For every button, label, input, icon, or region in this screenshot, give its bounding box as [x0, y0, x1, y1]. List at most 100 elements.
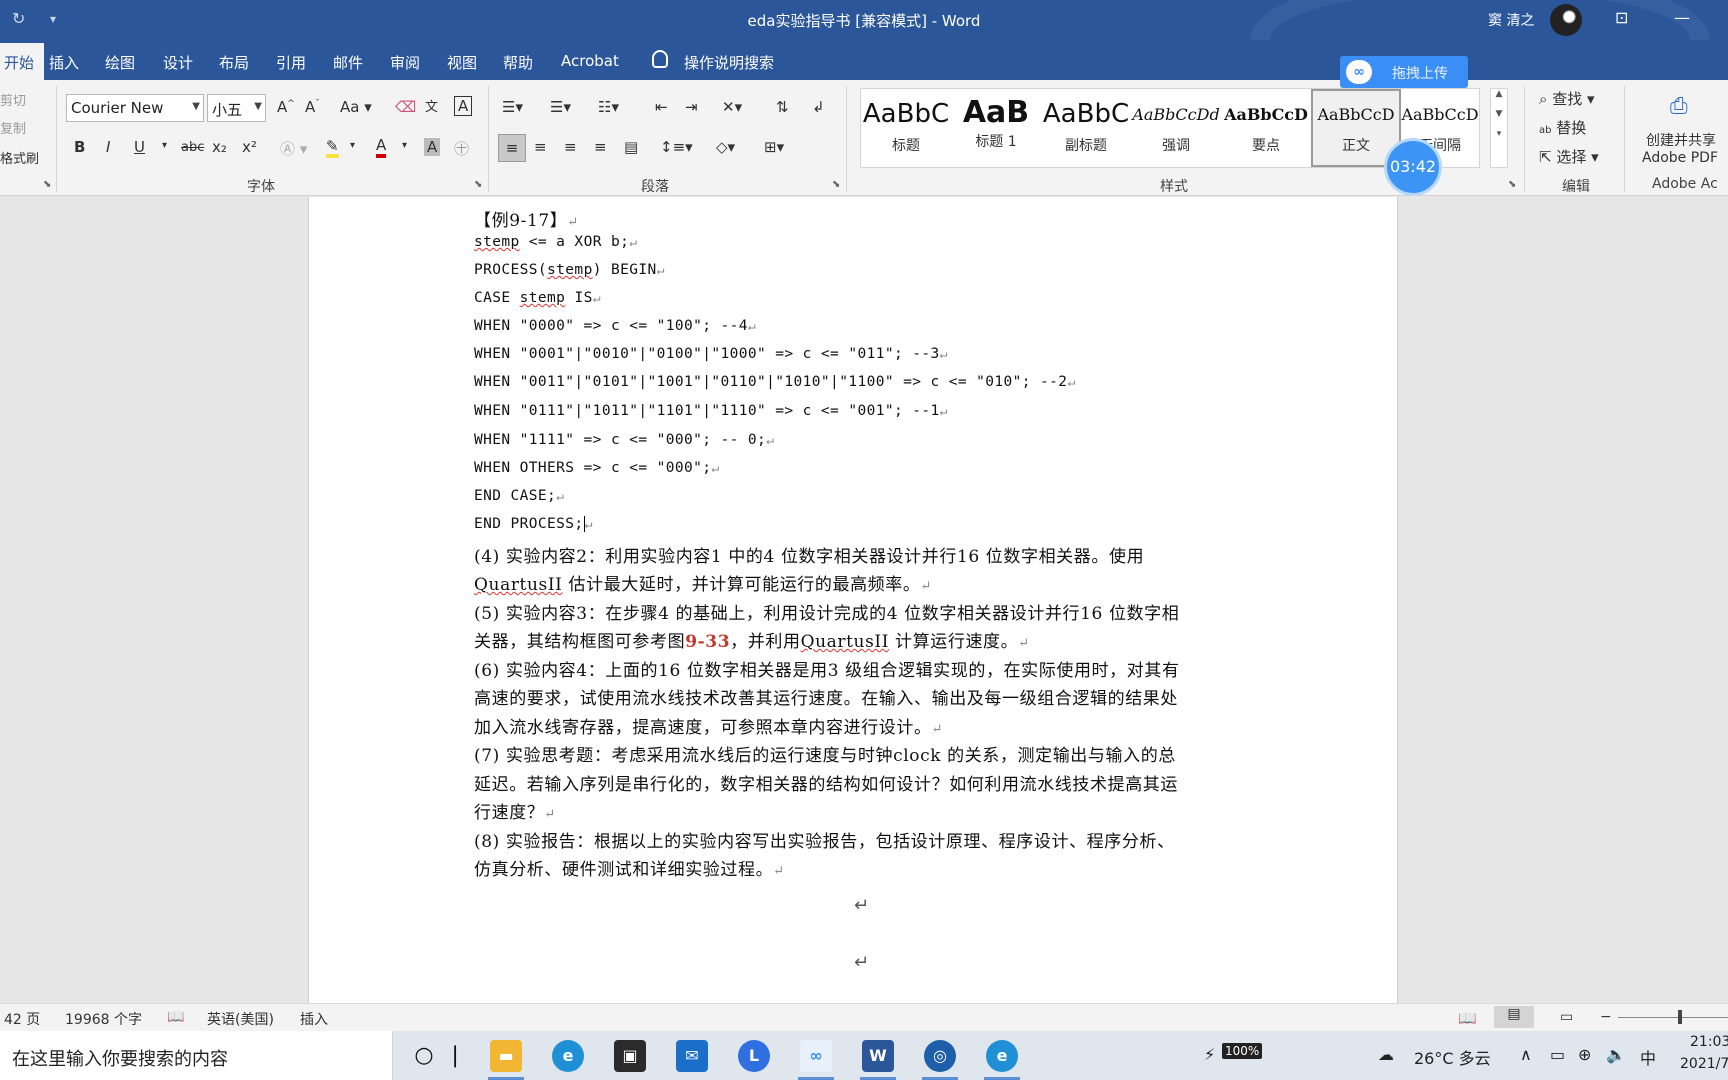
battery-indicator[interactable]: 100%: [1222, 1043, 1263, 1059]
insert-mode[interactable]: 插入: [300, 1009, 328, 1029]
character-border-icon[interactable]: A: [454, 96, 473, 116]
mail-icon[interactable]: ✉: [676, 1040, 708, 1072]
ime-indicator[interactable]: 中: [1640, 1045, 1656, 1069]
zoom-slider[interactable]: [1618, 1017, 1728, 1018]
justify-button[interactable]: ≡: [594, 138, 607, 156]
clear-formatting-icon[interactable]: ⌫: [395, 98, 416, 116]
chevron-down-icon[interactable]: ▾: [402, 140, 407, 151]
create-pdf-icon[interactable]: ⎙: [1670, 94, 1688, 119]
style-strong[interactable]: AaBbCcD 要点: [1221, 89, 1311, 167]
clock-time[interactable]: 21:03: [1690, 1034, 1728, 1050]
line-spacing-icon[interactable]: ↕≡▾: [660, 138, 693, 156]
style-emphasis[interactable]: AaBbCcDd 强调: [1131, 89, 1221, 167]
chevron-down-icon[interactable]: ▾: [162, 140, 167, 151]
distributed-button[interactable]: ▤: [624, 138, 638, 156]
task-view-icon[interactable]: ❘: [446, 1040, 464, 1072]
font-size-combo[interactable]: 小五 ▼: [207, 94, 266, 122]
font-name-combo[interactable]: Courier New ▼: [66, 94, 204, 122]
figure-reference-link[interactable]: 9-33: [685, 632, 730, 652]
tab-help[interactable]: 帮助: [503, 52, 533, 73]
tab-review[interactable]: 审阅: [390, 52, 420, 73]
copy-button[interactable]: 复制: [0, 118, 26, 137]
tab-view[interactable]: 视图: [447, 52, 477, 73]
italic-button[interactable]: I: [106, 138, 110, 156]
drag-upload-button[interactable]: ∞ 拖拽上传: [1340, 56, 1468, 88]
font-color-icon[interactable]: A: [376, 136, 387, 158]
avatar[interactable]: [1550, 4, 1582, 36]
lark-icon[interactable]: L: [738, 1040, 770, 1072]
file-explorer-icon[interactable]: ▬: [490, 1040, 522, 1072]
timer-badge[interactable]: 03:42: [1384, 138, 1442, 196]
chevron-down-icon[interactable]: ▾: [350, 140, 355, 151]
sort-icon[interactable]: ⇅: [776, 98, 789, 116]
find-button[interactable]: ⌕ 查找 ▾: [1539, 88, 1595, 109]
read-mode-icon[interactable]: 📖: [1458, 1009, 1477, 1027]
chevron-down-icon[interactable]: ▼: [192, 101, 200, 112]
store-icon[interactable]: ▣: [614, 1040, 646, 1072]
tab-insert[interactable]: 插入: [49, 52, 79, 73]
character-shading-icon[interactable]: A: [424, 138, 441, 156]
increase-indent-icon[interactable]: ⇥: [685, 98, 698, 116]
tab-design[interactable]: 设计: [163, 52, 193, 73]
weather-icon[interactable]: ☁: [1378, 1045, 1394, 1064]
user-name[interactable]: 窦 清之: [1488, 10, 1534, 30]
chevron-up-icon[interactable]: ∧: [1520, 1045, 1532, 1064]
bold-button[interactable]: B: [74, 138, 85, 156]
word-count[interactable]: 19968 个字: [65, 1009, 142, 1029]
clipboard-launcher-icon[interactable]: ⬊: [43, 179, 51, 190]
zoom-out-button[interactable]: −: [1600, 1009, 1612, 1025]
grow-font-button[interactable]: A^: [277, 98, 295, 116]
taskbar-search[interactable]: 在这里输入你要搜索的内容: [0, 1031, 393, 1080]
enclose-characters-icon[interactable]: ㊉: [454, 138, 469, 159]
borders-icon[interactable]: ⊞▾: [764, 138, 784, 156]
cut-button[interactable]: 剪切: [0, 90, 26, 109]
align-left-button[interactable]: ≡: [498, 134, 526, 162]
clock-date[interactable]: 2021/7: [1680, 1056, 1728, 1072]
zoom-slider-thumb[interactable]: [1678, 1010, 1682, 1024]
select-button[interactable]: ⇱ 选择 ▾: [1539, 146, 1599, 167]
cortana-icon[interactable]: ○: [408, 1040, 440, 1072]
tab-home[interactable]: 开始: [0, 43, 45, 80]
text-effects-icon[interactable]: Ⓐ ▾: [280, 138, 307, 159]
minimize-button[interactable]: —: [1674, 8, 1690, 27]
document-area[interactable]: 【例9-17】↵ stemp <= a XOR b;↵ PROCESS(stem…: [0, 197, 1728, 1003]
tab-references[interactable]: 引用: [276, 52, 306, 73]
volume-icon[interactable]: 🔈: [1606, 1045, 1626, 1064]
document-page[interactable]: 【例9-17】↵ stemp <= a XOR b;↵ PROCESS(stem…: [308, 197, 1398, 1003]
underline-button[interactable]: U: [134, 138, 145, 156]
edge-icon[interactable]: e: [552, 1040, 584, 1072]
baidu-netdisk-icon[interactable]: ∞: [800, 1040, 832, 1072]
globe-icon[interactable]: ⊕: [1578, 1045, 1591, 1064]
battery-icon[interactable]: ▭: [1550, 1045, 1565, 1064]
tab-mailings[interactable]: 邮件: [333, 52, 363, 73]
create-share-pdf-line1[interactable]: 创建并共享: [1646, 130, 1716, 150]
language-indicator[interactable]: 英语(美国): [207, 1009, 274, 1029]
decrease-indent-icon[interactable]: ⇤: [655, 98, 668, 116]
multilevel-list-icon[interactable]: ☷▾: [598, 98, 619, 116]
chinese-layout-icon[interactable]: ✕▾: [722, 98, 742, 116]
replace-button[interactable]: ab 替换: [1539, 117, 1586, 138]
print-layout-icon[interactable]: ▤: [1494, 1006, 1534, 1028]
chevron-down-icon[interactable]: ▼: [254, 101, 262, 112]
style-title[interactable]: AaBbC 标题: [861, 89, 951, 167]
font-launcher-icon[interactable]: ⬊: [474, 179, 482, 190]
paragraph-launcher-icon[interactable]: ⬊: [832, 179, 840, 190]
tell-me-search[interactable]: 操作说明搜索: [684, 52, 774, 73]
strikethrough-button[interactable]: abc: [181, 140, 204, 155]
bullets-icon[interactable]: ☰▾: [502, 98, 523, 116]
show-formatting-marks-icon[interactable]: ↲: [812, 98, 825, 116]
word-icon[interactable]: W: [862, 1040, 894, 1072]
highlight-color-icon[interactable]: ✎: [326, 138, 339, 158]
superscript-button[interactable]: x²: [242, 138, 257, 156]
styles-scrollbar[interactable]: ▲ ▼ ▾: [1490, 88, 1508, 168]
network-app-icon[interactable]: ◎: [924, 1040, 956, 1072]
page-count[interactable]: 42 页: [4, 1009, 40, 1029]
tab-layout[interactable]: 布局: [219, 52, 249, 73]
style-heading-1[interactable]: AaB 标题 1: [951, 89, 1041, 167]
change-case-button[interactable]: Aa ▾: [340, 98, 372, 116]
shading-icon[interactable]: ◇▾: [716, 138, 735, 156]
align-center-button[interactable]: ≡: [534, 138, 547, 156]
web-layout-icon[interactable]: ▭: [1560, 1009, 1573, 1025]
proofing-icon[interactable]: 📖: [167, 1009, 184, 1025]
format-painter-button[interactable]: 格式刷: [0, 148, 39, 167]
